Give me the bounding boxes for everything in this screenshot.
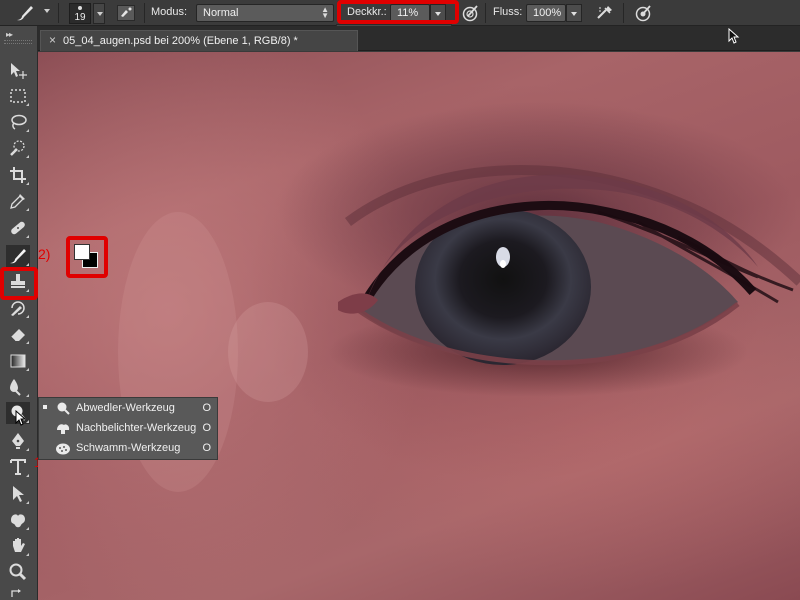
history-brush-tool-icon[interactable] — [6, 297, 30, 319]
options-bar: 19 Modus: Normal ▲ ▼ Deckkr.: 11% Fluss: … — [0, 0, 800, 26]
clone-stamp-tool-icon[interactable] — [6, 271, 30, 293]
mouse-cursor-icon — [728, 27, 740, 47]
shape-tool-icon[interactable] — [6, 509, 30, 531]
brush-size-picker[interactable]: 19 — [69, 3, 91, 24]
move-tool-icon[interactable] — [6, 60, 30, 82]
crop-tool-icon[interactable] — [6, 164, 30, 186]
flyout-item-shortcut: O — [202, 402, 211, 414]
mode-select[interactable]: Normal ▲ ▼ — [196, 4, 334, 22]
separator — [485, 3, 486, 23]
burn-icon — [55, 421, 71, 436]
brush-preset-icon[interactable] — [14, 3, 36, 23]
collapse-panel-icon[interactable]: ▸▸ — [6, 30, 13, 39]
tool-preset-dropdown-icon[interactable] — [44, 9, 50, 13]
flyout-item-shortcut: O — [202, 422, 211, 434]
flyout-item-label: Abwedler-Werkzeug — [76, 402, 175, 414]
flyout-item-label: Nachbelichter-Werkzeug — [76, 422, 197, 434]
highlight-box-opacity — [337, 0, 459, 24]
flyout-item-burn[interactable]: Nachbelichter-Werkzeug O — [39, 419, 217, 438]
healing-brush-tool-icon[interactable] — [6, 217, 30, 239]
document-canvas[interactable] — [38, 52, 800, 600]
path-selection-tool-icon[interactable] — [6, 483, 30, 505]
marquee-tool-icon[interactable] — [6, 85, 30, 107]
annotation-2: 2) — [38, 246, 51, 262]
mode-select-value: Normal — [203, 7, 239, 19]
brush-size-value: 19 — [74, 12, 86, 23]
flyout-item-label: Schwamm-Werkzeug — [76, 442, 181, 454]
panel-grip[interactable] — [4, 40, 32, 44]
type-tool-icon[interactable] — [6, 456, 30, 478]
eye-photo — [118, 102, 800, 492]
quick-selection-tool-icon[interactable] — [6, 137, 30, 159]
brush-tool-icon[interactable] — [6, 245, 30, 267]
swap-colors-icon[interactable] — [6, 586, 30, 598]
brush-panel-toggle-icon[interactable] — [117, 5, 135, 21]
document-tab[interactable]: × 05_04_augen.psd bei 200% (Ebene 1, RGB… — [40, 30, 358, 51]
tab-close-icon[interactable]: × — [49, 33, 56, 47]
select-updown-icon: ▲ ▼ — [321, 5, 329, 20]
flyout-item-shortcut: O — [202, 442, 211, 454]
document-title: 05_04_augen.psd bei 200% (Ebene 1, RGB/8… — [63, 35, 298, 47]
mode-label: Modus: — [151, 6, 188, 18]
airbrush-icon[interactable] — [596, 4, 614, 22]
highlight-box-colors — [66, 236, 108, 278]
separator — [58, 3, 59, 23]
mouse-cursor-icon — [15, 409, 27, 429]
eyedropper-tool-icon[interactable] — [6, 190, 30, 212]
zoom-tool-icon[interactable] — [6, 561, 30, 583]
blur-tool-icon[interactable] — [6, 376, 30, 398]
flow-label: Fluss: — [493, 6, 523, 18]
brush-tip-icon — [78, 6, 82, 10]
selected-indicator — [43, 405, 47, 409]
dodge-icon — [55, 401, 71, 416]
separator — [144, 3, 145, 23]
eraser-tool-icon[interactable] — [6, 323, 30, 345]
flow-slider-button[interactable] — [566, 4, 582, 22]
flyout-item-sponge[interactable]: Schwamm-Werkzeug O — [39, 439, 217, 458]
flyout-item-dodge[interactable]: Abwedler-Werkzeug O — [39, 399, 217, 418]
pressure-opacity-icon[interactable] — [461, 4, 479, 22]
brush-size-dropdown[interactable] — [93, 3, 105, 24]
dodge-tool-flyout-menu: Abwedler-Werkzeug O Nachbelichter-Werkze… — [38, 397, 218, 460]
tools-panel: ▸▸ — [0, 26, 46, 600]
document-tab-bar: × 05_04_augen.psd bei 200% (Ebene 1, RGB… — [38, 26, 800, 51]
pressure-size-icon[interactable] — [634, 4, 652, 22]
hand-tool-icon[interactable] — [6, 535, 30, 557]
pen-tool-icon[interactable] — [6, 430, 30, 452]
gradient-tool-icon[interactable] — [6, 350, 30, 372]
separator — [623, 3, 624, 23]
sponge-icon — [55, 441, 71, 456]
lasso-tool-icon[interactable] — [6, 111, 30, 133]
flow-input[interactable]: 100% — [526, 4, 566, 22]
